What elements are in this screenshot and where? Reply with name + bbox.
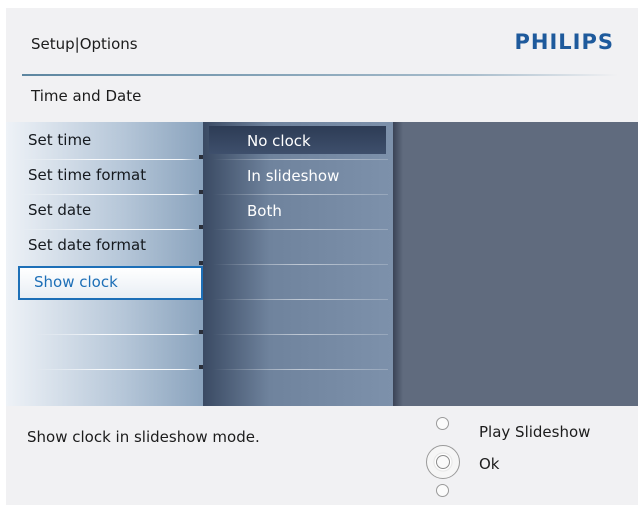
divider bbox=[213, 369, 388, 370]
ok-label: Ok bbox=[479, 455, 500, 473]
brand-logo: PHILIPS bbox=[514, 30, 614, 54]
submenu-item-no-clock[interactable]: No clock bbox=[203, 124, 393, 159]
nav-control: Play Slideshow Ok bbox=[426, 413, 626, 501]
divider bbox=[213, 229, 388, 230]
divider bbox=[213, 264, 388, 265]
submenu-item-label: Both bbox=[247, 202, 282, 220]
screen: Setup|Options PHILIPS Time and Date Set … bbox=[6, 8, 638, 505]
section-title: Time and Date bbox=[31, 87, 142, 105]
breadcrumb: Setup|Options bbox=[31, 35, 138, 53]
header-divider bbox=[22, 74, 618, 76]
submenu-item-both[interactable]: Both bbox=[203, 194, 393, 229]
ok-button-icon[interactable] bbox=[426, 445, 460, 479]
menu-item-set-time[interactable]: Set time bbox=[6, 124, 203, 159]
submenu: No clock In slideshow Both bbox=[203, 122, 393, 406]
divider bbox=[213, 334, 388, 335]
menu-item-label: Set time bbox=[28, 131, 92, 149]
menu-item-label: Set date format bbox=[28, 236, 147, 254]
menu-item-set-time-format[interactable]: Set time format bbox=[6, 159, 203, 194]
ok-center-icon bbox=[436, 455, 450, 469]
divider bbox=[36, 334, 200, 335]
menu-item-set-date-format[interactable]: Set date format bbox=[6, 229, 203, 264]
menu-item-set-date[interactable]: Set date bbox=[6, 194, 203, 229]
menu-item-label: Set time format bbox=[28, 166, 147, 184]
submenu-item-label: No clock bbox=[247, 132, 311, 150]
menu-item-show-clock[interactable]: Show clock bbox=[18, 266, 203, 300]
menu-item-label: Set date bbox=[28, 201, 92, 219]
divider bbox=[36, 369, 200, 370]
up-button-icon[interactable] bbox=[436, 417, 449, 430]
preview-area bbox=[393, 122, 638, 406]
help-text: Show clock in slideshow mode. bbox=[27, 428, 260, 446]
menu-panel: Set time Set time format Set date Set da… bbox=[6, 122, 638, 406]
divider bbox=[213, 299, 388, 300]
play-slideshow-label: Play Slideshow bbox=[479, 423, 591, 441]
submenu-item-label: In slideshow bbox=[247, 167, 340, 185]
down-button-icon[interactable] bbox=[436, 484, 449, 497]
header: Setup|Options PHILIPS bbox=[6, 8, 638, 76]
submenu-item-in-slideshow[interactable]: In slideshow bbox=[203, 159, 393, 194]
menu-item-label: Show clock bbox=[34, 273, 118, 291]
main-menu: Set time Set time format Set date Set da… bbox=[6, 122, 203, 406]
